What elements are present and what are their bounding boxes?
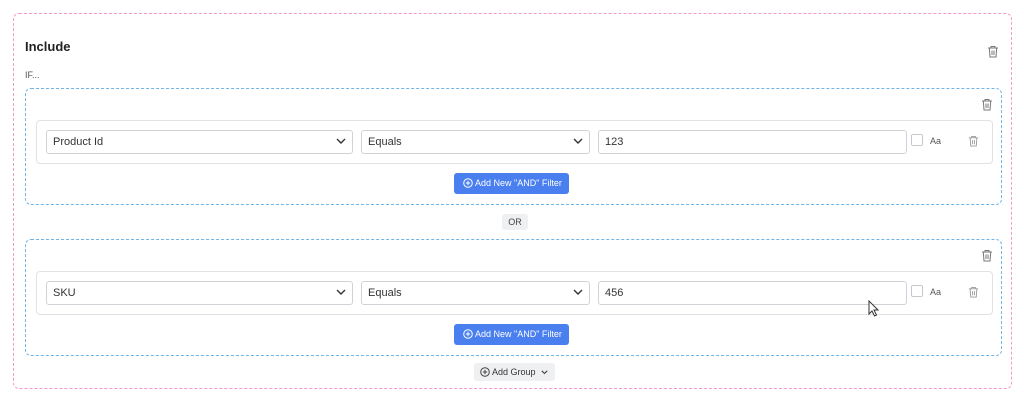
filter-row: Product Id Equals Aa: [36, 120, 993, 164]
delete-group-1-trash-icon[interactable]: [981, 98, 993, 111]
chevron-down-icon: [541, 370, 548, 375]
include-panel: Include IF... Product Id Equals Aa: [13, 13, 1012, 389]
case-sensitive-label: Aa: [930, 136, 942, 146]
delete-group-2-trash-icon[interactable]: [981, 249, 993, 262]
case-sensitive-checkbox[interactable]: [911, 285, 923, 297]
delete-filter-trash-icon[interactable]: [968, 135, 980, 148]
operator-select-value: Equals: [368, 136, 402, 148]
field-select-value: SKU: [53, 287, 76, 299]
or-separator: OR: [502, 214, 528, 230]
add-group-label: Add Group: [492, 367, 536, 377]
operator-select-value: Equals: [368, 287, 402, 299]
add-group-button[interactable]: Add Group: [474, 363, 555, 381]
filter-row: SKU Equals Aa: [36, 271, 993, 315]
filter-group-2: SKU Equals Aa Add New "AND" Filter: [25, 239, 1002, 356]
value-input[interactable]: [598, 281, 907, 305]
plus-circle-icon: [480, 367, 490, 377]
field-select[interactable]: SKU: [46, 281, 353, 305]
mouse-cursor-icon: [868, 300, 880, 317]
add-and-filter-button[interactable]: Add New "AND" Filter: [454, 324, 569, 345]
plus-circle-icon: [463, 329, 473, 339]
field-select[interactable]: Product Id: [46, 130, 353, 154]
add-and-filter-label: Add New "AND" Filter: [475, 178, 562, 188]
field-select-value: Product Id: [53, 136, 104, 148]
operator-select[interactable]: Equals: [361, 130, 590, 154]
chevron-down-icon: [336, 138, 346, 144]
delete-filter-trash-icon[interactable]: [968, 286, 980, 299]
chevron-down-icon: [336, 289, 346, 295]
plus-circle-icon: [463, 178, 473, 188]
include-title: Include: [25, 39, 71, 54]
case-sensitive-label: Aa: [930, 287, 942, 297]
chevron-down-icon: [573, 289, 583, 295]
value-input[interactable]: [598, 130, 907, 154]
filter-group-1: Product Id Equals Aa Add New "AND" Filte…: [25, 88, 1002, 205]
case-sensitive-checkbox[interactable]: [911, 134, 923, 146]
operator-select[interactable]: Equals: [361, 281, 590, 305]
add-and-filter-label: Add New "AND" Filter: [475, 329, 562, 339]
chevron-down-icon: [573, 138, 583, 144]
if-label: IF...: [25, 70, 40, 80]
add-and-filter-button[interactable]: Add New "AND" Filter: [454, 173, 569, 194]
delete-include-trash-icon[interactable]: [987, 45, 999, 58]
